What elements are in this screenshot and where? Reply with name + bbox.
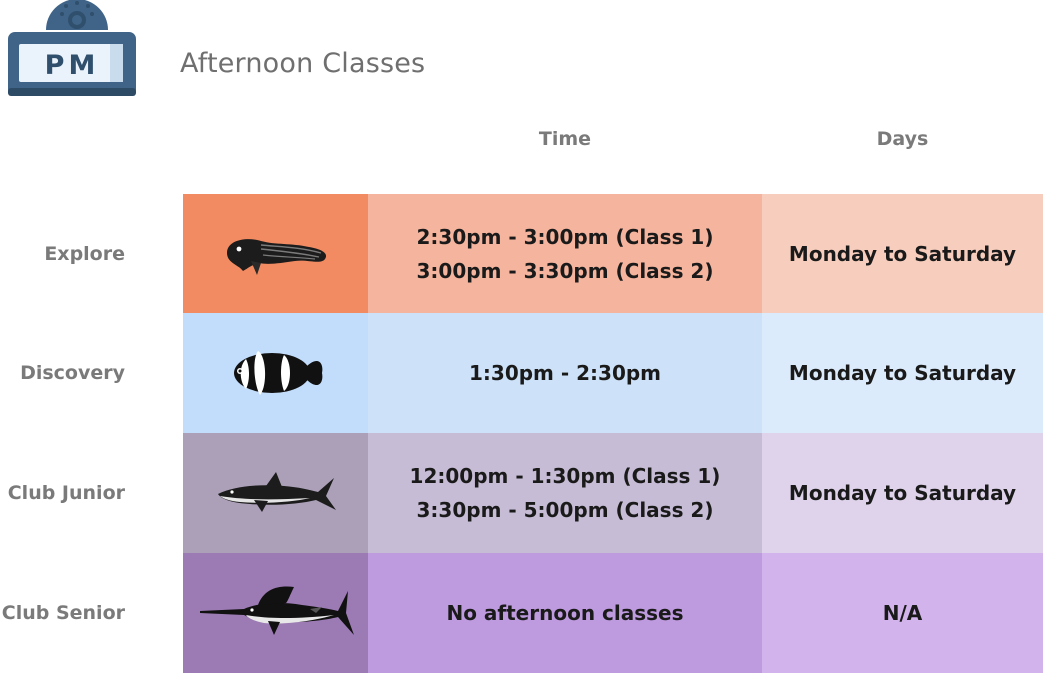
column-header-time: Time bbox=[538, 128, 592, 150]
badge-label: PM bbox=[45, 50, 100, 81]
page-title: Afternoon Classes bbox=[180, 48, 426, 79]
time-line: No afternoon classes bbox=[446, 601, 684, 625]
table-row-club-junior-time: 12:00pm - 1:30pm (Class 1) 3:30pm - 5:00… bbox=[368, 433, 762, 553]
eel-icon bbox=[226, 238, 326, 275]
pm-badge-icon: PM bbox=[8, 0, 136, 96]
table-row-explore-days: Monday to Saturday bbox=[762, 194, 1043, 313]
time-line: 3:30pm - 5:00pm (Class 2) bbox=[416, 498, 714, 522]
table-row-club-senior-days: N/A bbox=[762, 553, 1043, 673]
time-line: 1:30pm - 2:30pm bbox=[468, 361, 662, 385]
table-row-explore-icon-cell bbox=[183, 194, 368, 313]
row-label-explore: Explore bbox=[44, 243, 125, 265]
swordfish-icon bbox=[199, 586, 354, 635]
shark-icon bbox=[217, 472, 336, 512]
table-row-explore-time: 2:30pm - 3:00pm (Class 1) 3:00pm - 3:30p… bbox=[368, 194, 762, 313]
table-row-club-senior-time: No afternoon classes bbox=[368, 553, 762, 673]
table-row-club-junior-icon-cell bbox=[183, 433, 368, 553]
table-row-discovery-icon-cell bbox=[183, 313, 368, 433]
table-row-club-senior-icon-cell bbox=[183, 553, 368, 673]
time-line: 12:00pm - 1:30pm (Class 1) bbox=[409, 464, 721, 488]
row-label-club-junior: Club Junior bbox=[7, 482, 125, 504]
time-line: 3:00pm - 3:30pm (Class 2) bbox=[416, 258, 714, 283]
row-label-club-senior: Club Senior bbox=[1, 602, 125, 624]
clownfish-icon bbox=[233, 351, 322, 395]
row-label-discovery: Discovery bbox=[20, 362, 125, 384]
time-line: 2:30pm - 3:00pm (Class 1) bbox=[416, 224, 714, 249]
table-row-discovery-time: 1:30pm - 2:30pm bbox=[368, 313, 762, 433]
table-row-discovery-days: Monday to Saturday bbox=[762, 313, 1043, 433]
column-header-days: Days bbox=[876, 128, 929, 150]
table-row-club-junior-days: Monday to Saturday bbox=[762, 433, 1043, 553]
